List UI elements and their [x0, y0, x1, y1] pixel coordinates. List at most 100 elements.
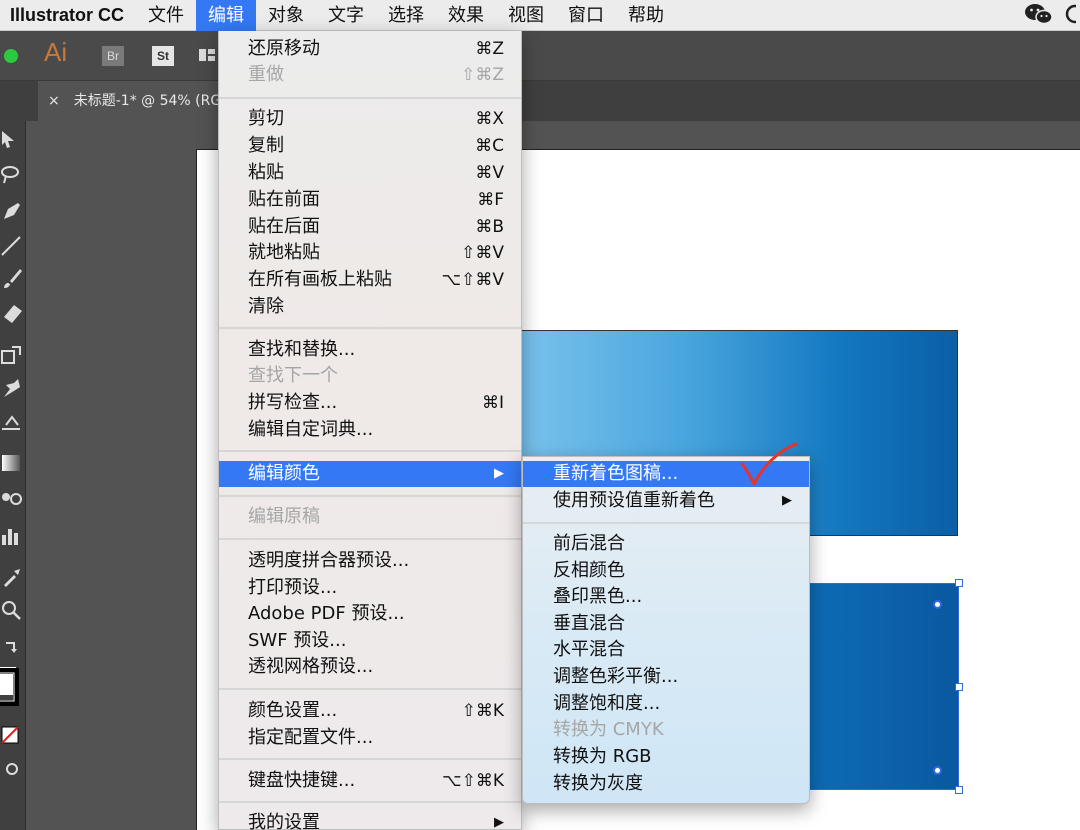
menu-item-copy[interactable]: 复制 ⌘C [219, 133, 521, 159]
menu-item-print-presets[interactable]: 打印预设... [219, 575, 521, 601]
menu-view[interactable]: 视图 [496, 0, 556, 31]
menu-item-undo[interactable]: 还原移动 ⌘Z [219, 36, 521, 62]
menu-item-label: 清除 [248, 296, 284, 317]
wechat-icon[interactable] [1024, 3, 1054, 29]
puppet-warp-tool-icon[interactable] [0, 377, 24, 401]
menu-item-paste-all-artboards[interactable]: 在所有画板上粘贴 ⌥⇧⌘V [219, 267, 521, 293]
line-tool-icon[interactable] [0, 233, 24, 257]
document-title: 未标题-1* @ 54% (RG [73, 93, 222, 109]
menu-item-keyboard-shortcuts[interactable]: 键盘快捷键... ⌥⇧⌘K [219, 768, 521, 794]
menu-item-label: 复制 [248, 135, 284, 156]
blend-tool-icon[interactable] [0, 485, 24, 509]
eraser-tool-icon[interactable] [0, 301, 24, 325]
scale-tool-icon[interactable] [0, 343, 24, 367]
menu-item-label: 转换为 CMYK [553, 719, 664, 740]
menu-help[interactable]: 帮助 [616, 0, 676, 31]
menu-select[interactable]: 选择 [376, 0, 436, 31]
bridge-button[interactable]: Br [102, 46, 124, 66]
menu-item-swf-presets[interactable]: SWF 预设... [219, 628, 521, 654]
close-tab-icon[interactable]: × [48, 93, 60, 109]
menu-item-label: 编辑原稿 [248, 506, 320, 527]
menu-item-paste-in-front[interactable]: 贴在前面 ⌘F [219, 187, 521, 213]
menu-item-blend-vertically[interactable]: 垂直混合 [523, 611, 809, 637]
menu-edit[interactable]: 编辑 [196, 0, 257, 31]
eyedropper-tool-icon[interactable] [0, 565, 24, 589]
menu-object[interactable]: 对象 [256, 0, 316, 31]
document-tab[interactable]: × 未标题-1* @ 54% (RG [38, 81, 238, 121]
menu-item-convert-to-cmyk[interactable]: 转换为 CMYK [523, 717, 809, 743]
menu-shortcut: ⌘Z [475, 39, 504, 59]
menu-item-blend-front-to-back[interactable]: 前后混合 [523, 531, 809, 557]
menu-item-clear[interactable]: 清除 [219, 294, 521, 320]
menu-item-my-settings[interactable]: 我的设置 ▶ [219, 810, 521, 830]
menu-item-edit-colors[interactable]: 编辑颜色 ▶ [219, 461, 521, 487]
menu-separator [219, 688, 521, 690]
status-icon[interactable] [1064, 3, 1080, 29]
menu-item-assign-profile[interactable]: 指定配置文件... [219, 725, 521, 751]
menu-item-paste-in-place[interactable]: 就地粘贴 ⇧⌘V [219, 240, 521, 266]
graph-tool-icon[interactable] [0, 525, 24, 549]
menu-item-saturate[interactable]: 调整饱和度... [523, 691, 809, 717]
menu-shortcut: ⌘X [475, 109, 504, 129]
menu-shortcut: ⇧⌘Z [461, 65, 504, 85]
menu-separator [219, 450, 521, 452]
workspace-layout-icon[interactable] [199, 47, 215, 63]
menu-item-label: 就地粘贴 [248, 242, 320, 263]
menu-item-edit-original[interactable]: 编辑原稿 [219, 504, 521, 530]
menu-item-label: 水平混合 [553, 639, 625, 660]
menu-type[interactable]: 文字 [316, 0, 376, 31]
menu-item-label: 垂直混合 [553, 613, 625, 634]
selection-handle-bottom-right[interactable] [955, 786, 963, 794]
shape-builder-tool-icon[interactable] [0, 411, 24, 435]
menu-item-paste[interactable]: 粘贴 ⌘V [219, 160, 521, 186]
menu-item-perspective-grid-presets[interactable]: 透视网格预设... [219, 654, 521, 680]
menu-item-convert-to-rgb[interactable]: 转换为 RGB [523, 744, 809, 770]
paintbrush-tool-icon[interactable] [0, 267, 24, 291]
menu-item-find-replace[interactable]: 查找和替换... [219, 337, 521, 363]
menu-file[interactable]: 文件 [136, 0, 196, 31]
app-name-menu[interactable]: Illustrator CC [0, 5, 136, 26]
menu-item-redo[interactable]: 重做 ⇧⌘Z [219, 62, 521, 88]
menu-item-label: Adobe PDF 预设... [248, 603, 405, 624]
document-tab-bar: × 未标题-1* @ 54% (RG [0, 81, 1080, 121]
menu-item-recolor-with-preset[interactable]: 使用预设值重新着色 ▶ [523, 488, 809, 514]
menu-effect[interactable]: 效果 [436, 0, 496, 31]
zoom-tool-icon[interactable] [0, 599, 24, 623]
edit-colors-submenu: 重新着色图稿... 使用预设值重新着色 ▶ 前后混合 反相颜色 叠印黑色... 垂… [522, 456, 810, 804]
menu-item-find-next[interactable]: 查找下一个 [219, 363, 521, 389]
no-color-icon[interactable] [0, 723, 24, 747]
menu-item-label: 编辑颜色 [248, 463, 320, 484]
menu-item-label: 贴在前面 [248, 189, 320, 210]
pen-tool-icon[interactable] [0, 199, 24, 223]
selection-handle-right[interactable] [955, 683, 963, 691]
menu-item-invert-colors[interactable]: 反相颜色 [523, 558, 809, 584]
lasso-tool-icon[interactable] [0, 163, 24, 187]
menu-item-pdf-presets[interactable]: Adobe PDF 预设... [219, 601, 521, 627]
menu-item-convert-to-grayscale[interactable]: 转换为灰度 [523, 771, 809, 797]
stock-button[interactable]: St [152, 46, 174, 66]
menu-item-color-settings[interactable]: 颜色设置... ⇧⌘K [219, 698, 521, 724]
menu-item-overprint-black[interactable]: 叠印黑色... [523, 584, 809, 610]
menu-item-paste-in-back[interactable]: 贴在后面 ⌘B [219, 214, 521, 240]
direct-selection-tool-icon[interactable] [0, 127, 24, 151]
menu-item-label: 指定配置文件... [248, 727, 374, 748]
gradient-tool-icon[interactable] [0, 451, 24, 475]
selection-handle-top-right[interactable] [955, 579, 963, 587]
swap-colors-icon[interactable] [0, 637, 24, 661]
menu-window[interactable]: 窗口 [556, 0, 616, 31]
fill-stroke-swatch[interactable] [0, 665, 24, 713]
menu-item-label: 还原移动 [248, 38, 320, 59]
drawing-mode-icon[interactable] [0, 757, 24, 781]
menu-item-blend-horizontally[interactable]: 水平混合 [523, 637, 809, 663]
menu-item-edit-dictionary[interactable]: 编辑自定词典... [219, 417, 521, 443]
menu-item-spell-check[interactable]: 拼写检查... ⌘I [219, 390, 521, 416]
live-corner-widget[interactable] [933, 600, 942, 609]
menu-item-cut[interactable]: 剪切 ⌘X [219, 106, 521, 132]
menu-item-transparency-flattener[interactable]: 透明度拼合器预设... [219, 548, 521, 574]
window-zoom-button[interactable] [4, 49, 18, 63]
menu-separator [219, 538, 521, 540]
menu-item-label: 透视网格预设... [248, 656, 374, 677]
live-corner-widget[interactable] [933, 766, 942, 775]
menu-item-label: 贴在后面 [248, 216, 320, 237]
menu-item-adjust-color-balance[interactable]: 调整色彩平衡... [523, 664, 809, 690]
